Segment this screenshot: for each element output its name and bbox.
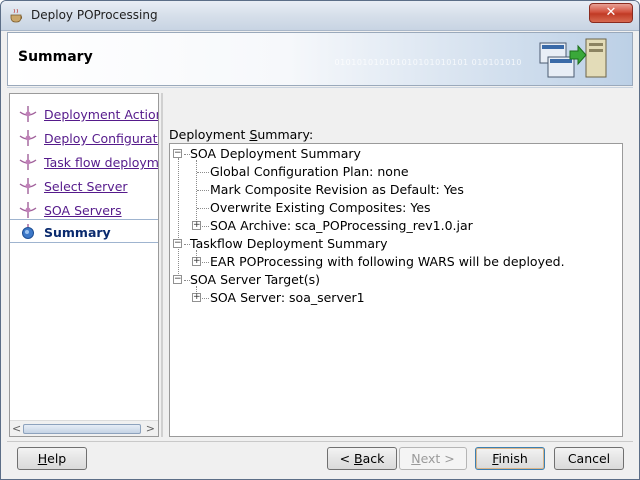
nav-item-label: Deploy Configuration [44, 131, 158, 146]
wizard-steps-nav: Deployment Action Deploy Configuration T… [9, 93, 159, 437]
expand-icon[interactable]: + [192, 293, 201, 302]
cancel-label: Cancel [567, 451, 611, 466]
tree-connector [202, 262, 209, 263]
summary-label-pre: Deployment [169, 127, 250, 142]
tree-connector [196, 160, 197, 224]
nav-item-deployment-action[interactable]: Deployment Action [10, 102, 158, 126]
nav-item-label: SOA Servers [44, 203, 122, 218]
nav-item-label: Deployment Action [44, 107, 159, 122]
title-bar[interactable]: Deploy POProcessing ✕ [1, 1, 639, 31]
tree-connector [197, 190, 209, 191]
split-divider[interactable] [161, 93, 163, 437]
wizard-header: Summary 010101010101010101010101 0101010… [7, 32, 633, 86]
tree-node-overwrite[interactable]: Overwrite Existing Composites: Yes [210, 200, 431, 215]
header-binary-decoration: 010101010101010101010101 010101010 [334, 58, 522, 67]
back-mnemonic: B [354, 451, 363, 466]
step-visited-icon [19, 106, 37, 122]
nav-item-task-flow-deployment[interactable]: Task flow deployment [10, 150, 158, 174]
nav-horizontal-scrollbar[interactable]: < > [10, 420, 158, 436]
nav-item-select-server[interactable]: Select Server [10, 174, 158, 198]
window-title: Deploy POProcessing [31, 8, 158, 22]
close-button[interactable]: ✕ [589, 3, 633, 23]
finish-button[interactable]: Finish [475, 447, 545, 470]
expand-icon[interactable]: + [192, 257, 201, 266]
tree-node-soa-server[interactable]: SOA Server: soa_server1 [210, 290, 365, 305]
deployment-summary-tree[interactable]: − SOA Deployment Summary Global Configur… [169, 143, 623, 437]
nav-item-deploy-configuration[interactable]: Deploy Configuration [10, 126, 158, 150]
tree-connector [202, 298, 209, 299]
scrollbar-thumb[interactable] [23, 424, 141, 434]
header-separator [7, 87, 633, 88]
tree-node-mark-composite[interactable]: Mark Composite Revision as Default: Yes [210, 182, 464, 197]
tree-node-server-targets[interactable]: SOA Server Target(s) [190, 272, 320, 287]
footer-separator [7, 441, 633, 442]
help-mnemonic: H [37, 451, 48, 466]
tree-connector [178, 158, 179, 284]
step-visited-icon [19, 154, 37, 170]
tree-node-global-config[interactable]: Global Configuration Plan: none [210, 164, 409, 179]
tree-node-ear[interactable]: EAR POProcessing with following WARS wil… [210, 254, 565, 269]
tree-connector [197, 208, 209, 209]
collapse-icon[interactable]: − [173, 149, 182, 158]
tree-node-taskflow-summary[interactable]: Taskflow Deployment Summary [190, 236, 388, 251]
help-button[interactable]: Help [17, 447, 87, 470]
step-visited-icon [19, 130, 37, 146]
next-label: ext > [420, 451, 455, 466]
next-mnemonic: N [411, 451, 421, 466]
scroll-left-icon[interactable]: < [12, 422, 21, 435]
collapse-icon[interactable]: − [173, 239, 182, 248]
help-label: elp [47, 451, 67, 466]
nav-item-label: Select Server [44, 179, 128, 194]
tree-node-soa-archive[interactable]: SOA Archive: sca_POProcessing_rev1.0.jar [210, 218, 473, 233]
finish-label: inish [498, 451, 528, 466]
step-visited-icon [19, 178, 37, 194]
step-current-icon [22, 224, 34, 239]
scroll-right-icon[interactable]: > [146, 422, 155, 435]
app-cup-icon [10, 9, 23, 23]
deployment-summary-label: Deployment Summary: [169, 127, 313, 142]
tree-connector [202, 226, 209, 227]
summary-label-post: ummary: [257, 127, 314, 142]
tree-connector [197, 172, 209, 173]
cancel-button[interactable]: Cancel [554, 447, 624, 470]
nav-item-summary[interactable]: Summary [10, 219, 158, 243]
nav-item-label: Task flow deployment [44, 155, 159, 170]
tree-node-soa-deployment-summary[interactable]: SOA Deployment Summary [190, 146, 361, 161]
deploy-graphic-icon [539, 38, 607, 78]
collapse-icon[interactable]: − [173, 275, 182, 284]
step-visited-icon [19, 202, 37, 218]
nav-item-label: Summary [44, 225, 111, 240]
next-button[interactable]: Next > [399, 447, 467, 470]
back-arrow: < [339, 451, 355, 466]
back-button[interactable]: < Back [327, 447, 397, 470]
deploy-dialog: Deploy POProcessing ✕ Summary 0101010101… [0, 0, 640, 480]
page-title: Summary [18, 49, 93, 65]
back-label: ack [362, 451, 385, 466]
close-icon: ✕ [605, 5, 617, 20]
expand-icon[interactable]: + [192, 221, 201, 230]
